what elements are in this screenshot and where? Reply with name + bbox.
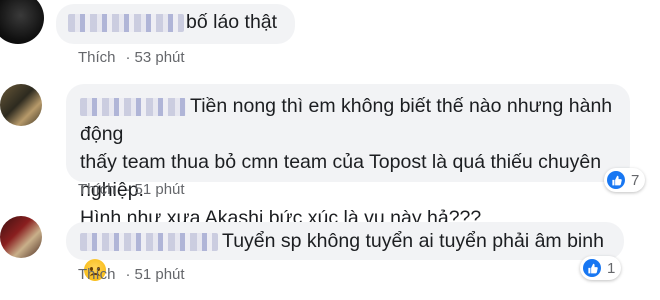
blurred-author-name[interactable] [68,13,184,32]
separator: · [125,49,131,66]
comment-text: bố láo thật [186,11,278,33]
like-link[interactable]: Thích [78,49,116,66]
avatar[interactable] [0,84,42,126]
blurred-author-name[interactable] [80,232,218,251]
timestamp[interactable]: 51 phút [135,266,185,283]
avatar[interactable] [0,0,44,44]
avatar[interactable] [0,216,42,258]
comment-meta: Thích · 51 phút [78,266,185,283]
like-link[interactable]: Thích [78,266,116,283]
separator: · [125,266,131,283]
blurred-author-name[interactable] [80,97,186,116]
reaction-count: 1 [607,259,616,277]
reaction-summary[interactable]: 7 [604,168,646,192]
comment-meta: Thích · 53 phút [78,49,185,66]
comment-bubble: Tiền nong thì em không biết thế nào nhưn… [66,84,630,229]
like-icon [607,171,625,189]
comment-bubble: bố láo thật [56,4,296,44]
timestamp[interactable]: 51 phút [135,181,185,198]
comment-line: Tiền nong thì em không biết thế nào nhưn… [80,92,630,148]
comment-meta: Thích · 51 phút [78,181,185,198]
timestamp[interactable]: 53 phút [135,49,185,66]
comment-text: Tuyển sp không tuyển ai tuyển phải âm bi… [222,230,604,252]
comment-bubble: Tuyển sp không tuyển ai tuyển phải âm bi… [66,222,624,281]
reaction-count: 7 [631,171,640,189]
like-link[interactable]: Thích [78,181,116,198]
separator: · [125,181,131,198]
reaction-summary[interactable]: 1 [580,256,622,280]
like-icon [583,259,601,277]
